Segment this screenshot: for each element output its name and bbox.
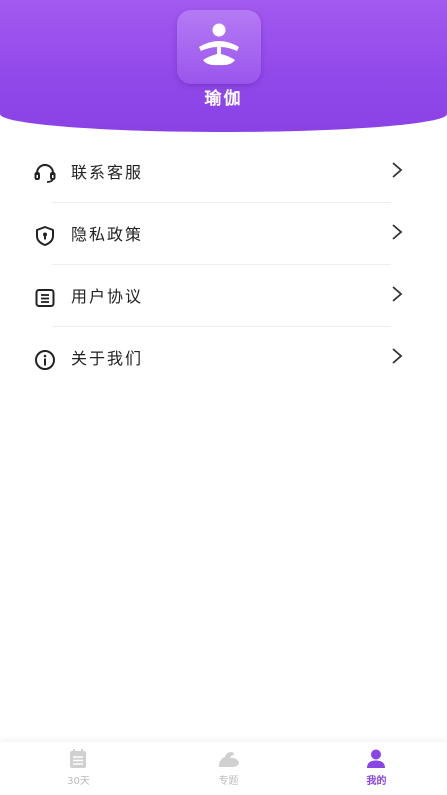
- tab-label: 我的: [366, 776, 387, 787]
- document-list-icon: [35, 289, 55, 307]
- profile-header: 瑜伽: [0, 0, 447, 132]
- person-icon: [367, 749, 385, 768]
- menu-item-contact-support[interactable]: 联系客服: [0, 141, 447, 203]
- menu-item-privacy-policy[interactable]: 隐私政策: [0, 203, 447, 265]
- menu-item-label: 用户协议: [71, 287, 144, 306]
- chevron-right-icon: [392, 286, 403, 302]
- tab-mine[interactable]: 我的: [302, 742, 447, 795]
- chevron-right-icon: [392, 348, 403, 364]
- menu-item-user-agreement[interactable]: 用户协议: [0, 265, 447, 327]
- menu-item-about-us[interactable]: 关于我们: [0, 327, 447, 389]
- bottom-tab-bar: 30天 专题 我的: [0, 742, 447, 795]
- chevron-right-icon: [392, 162, 403, 178]
- flex-arm-icon: [219, 752, 239, 767]
- tab-label: 专题: [218, 776, 239, 787]
- tab-topics[interactable]: 专题: [154, 742, 303, 795]
- tab-label: 30天: [67, 776, 90, 787]
- chevron-right-icon: [392, 224, 403, 240]
- menu-item-label: 关于我们: [71, 349, 144, 368]
- headset-icon: [34, 164, 56, 183]
- app-name: 瑜伽: [204, 89, 243, 109]
- yoga-meditation-icon: [177, 10, 261, 84]
- shield-lock-icon: [36, 226, 54, 246]
- calendar-icon: [70, 749, 86, 768]
- menu-item-label: 联系客服: [71, 163, 144, 182]
- info-circle-icon: [35, 350, 55, 370]
- menu-item-label: 隐私政策: [71, 225, 144, 244]
- settings-menu: 联系客服 隐私政策 用户协议 关于我们: [0, 141, 447, 389]
- tab-30-days[interactable]: 30天: [4, 742, 153, 795]
